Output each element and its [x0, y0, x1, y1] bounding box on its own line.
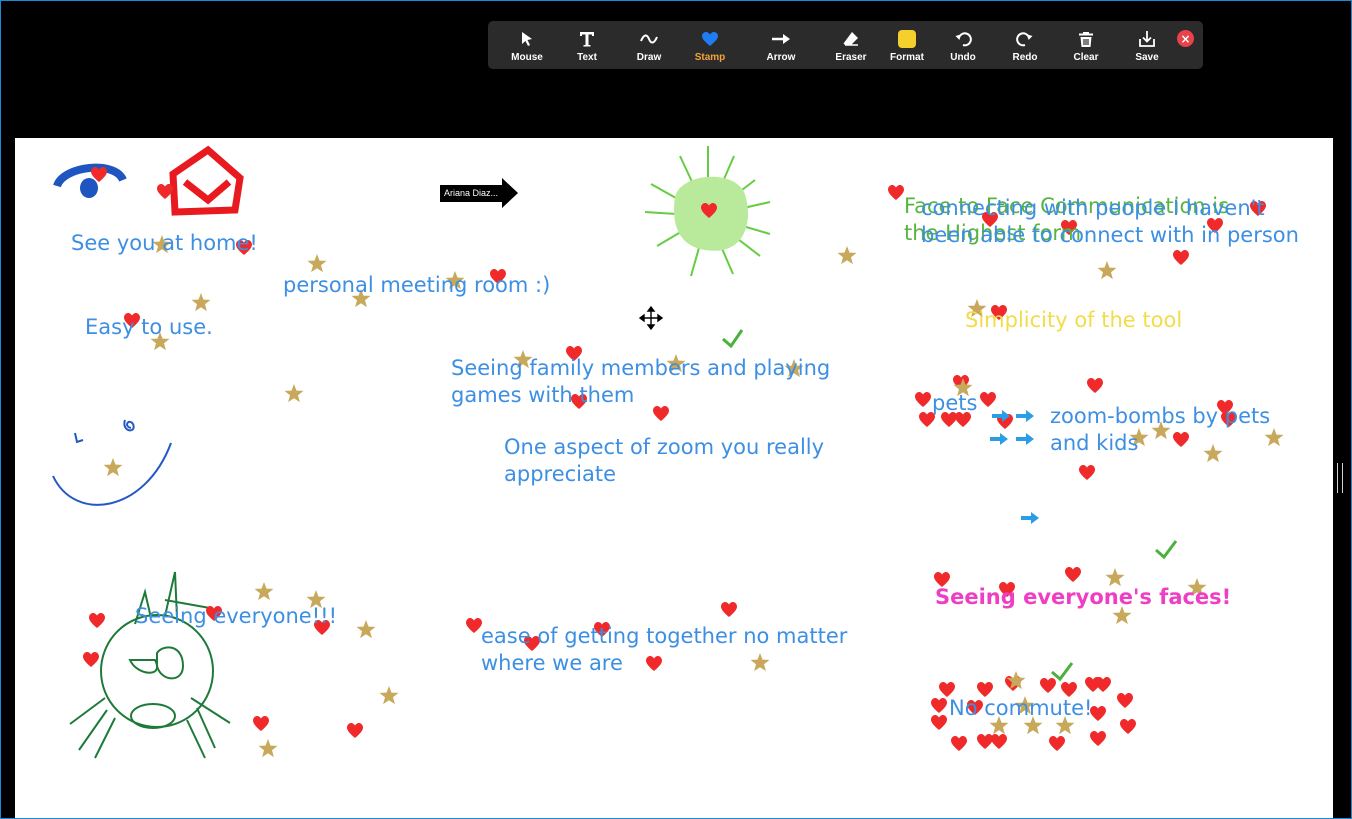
tool-text[interactable]: Text [573, 21, 601, 69]
star-stamp-icon [307, 254, 327, 273]
tool-undo[interactable]: Undo [948, 21, 978, 69]
check-stamp [722, 329, 744, 349]
tool-redo[interactable]: Redo [1010, 21, 1040, 69]
tool-label: Mouse [511, 51, 543, 63]
draw-wave-icon [639, 28, 659, 50]
note-easy-to-use: Easy to use. [85, 315, 213, 339]
trash-icon [1077, 28, 1095, 50]
star-stamp-icon [254, 582, 274, 601]
tool-label: Text [577, 51, 597, 63]
annotator-name-tag: Ariana Diaz... [440, 178, 519, 208]
heart-stamp-icon [915, 392, 931, 407]
heart-stamp-icon [1049, 736, 1065, 751]
heart-stamp-icon [977, 734, 993, 749]
cursor-arrow-icon [519, 28, 535, 50]
tool-label: Stamp [694, 51, 726, 63]
save-download-icon [1138, 28, 1156, 50]
note-no-commute: No commute! [949, 696, 1093, 720]
heart-stamp-icon [951, 736, 967, 751]
note-personal-meeting: personal meeting room :) [283, 273, 551, 297]
tool-label: Clear [1073, 51, 1099, 63]
redo-icon [1016, 28, 1034, 50]
note-pets: pets [932, 391, 978, 415]
heart-stamp-icon [1040, 678, 1056, 693]
note-ease-together: ease of getting together no matter where… [481, 624, 848, 675]
heart-stamp-icon [721, 602, 737, 617]
heart-stamp-icon [991, 734, 1007, 749]
heart-stamp-icon [1087, 378, 1103, 393]
resize-grip[interactable] [1337, 463, 1343, 493]
heart-stamp-icon [1120, 719, 1136, 734]
arrow-right-icon [771, 28, 791, 50]
format-color-swatch-icon [898, 28, 916, 50]
heart-stamp-icon [1079, 465, 1095, 480]
heart-stamp-icon [347, 723, 363, 738]
eraser-icon [842, 28, 860, 50]
annotation-window: Mouse Text Draw Stamp Arrow Eraser Forma… [0, 0, 1352, 819]
arrow-stamp-icon [990, 433, 1008, 445]
heart-stamp-icon [89, 613, 105, 628]
heart-stamp-icon [466, 618, 482, 633]
annotation-toolbar: Mouse Text Draw Stamp Arrow Eraser Forma… [488, 21, 1203, 69]
heart-stamp-icon [157, 184, 173, 199]
note-simplicity: Simplicity of the tool [965, 308, 1183, 332]
arrow-stamp-icon [1021, 512, 1039, 524]
star-stamp-icon [191, 293, 211, 312]
heart-stamp-icon [253, 716, 269, 731]
tool-label: Save [1135, 51, 1159, 63]
tool-arrow[interactable]: Arrow [764, 21, 798, 69]
star-stamp-icon [1097, 261, 1117, 280]
note-seeing-faces: Seeing everyone's faces! [935, 585, 1232, 609]
heart-stamp-icon [1117, 693, 1133, 708]
drawing-cat [69, 571, 231, 759]
tool-format[interactable]: Format [888, 21, 926, 69]
star-stamp-icon [379, 686, 399, 705]
note-seeing-everyone: Seeing everyone!!! [135, 604, 337, 628]
star-stamp-icon [284, 384, 304, 403]
heart-stamp-icon [888, 185, 904, 200]
tool-eraser[interactable]: Eraser [834, 21, 868, 69]
heart-stamp-icon [83, 652, 99, 667]
note-see-you-home: See you at home! [71, 231, 258, 255]
heart-stamp-icon [701, 28, 719, 50]
tool-label: Undo [950, 51, 976, 63]
tool-draw[interactable]: Draw [634, 21, 664, 69]
star-stamp-icon [837, 246, 857, 265]
tool-mouse[interactable]: Mouse [509, 21, 545, 69]
heart-stamp-icon [980, 392, 996, 407]
whiteboard-canvas[interactable]: Ariana Diaz... See you at home! personal… [15, 138, 1333, 818]
heart-stamp-icon [1065, 567, 1081, 582]
arrow-stamp-icon [1016, 410, 1034, 422]
arrow-stamp-icon [1016, 433, 1034, 445]
check-stamp [1155, 540, 1178, 560]
close-icon[interactable]: × [1177, 30, 1194, 47]
note-seeing-family: Seeing family members and playing games … [451, 356, 831, 407]
note-one-aspect: One aspect of zoom you really appreciate [504, 435, 825, 486]
tool-stamp[interactable]: Stamp [693, 21, 727, 69]
star-stamp-icon [103, 458, 123, 477]
tool-label: Format [890, 51, 924, 63]
drawing-house [169, 145, 244, 216]
tool-clear[interactable]: Clear [1072, 21, 1100, 69]
move-cursor-icon [638, 305, 664, 331]
heart-stamp-icon [1090, 731, 1106, 746]
note-connecting: connecting with people I haven't been ab… [921, 196, 1299, 247]
heart-stamp-icon [1173, 250, 1189, 265]
check-stamp [1051, 662, 1074, 682]
heart-stamp-icon [1095, 677, 1111, 692]
heart-stamp-icon [931, 715, 947, 730]
heart-stamp-icon [931, 698, 947, 713]
star-stamp-icon [258, 739, 278, 758]
tool-label: Eraser [835, 51, 867, 63]
annotator-name: Ariana Diaz... [440, 184, 503, 202]
tool-save[interactable]: Save [1133, 21, 1161, 69]
tool-label: Arrow [766, 51, 796, 63]
tool-label: Redo [1012, 51, 1038, 63]
tool-label: Draw [636, 51, 662, 63]
undo-icon [954, 28, 972, 50]
star-stamp-icon [356, 620, 376, 639]
text-t-icon [578, 28, 596, 50]
note-zoom-bombs: zoom-bombs by pets and kids [1050, 404, 1271, 455]
